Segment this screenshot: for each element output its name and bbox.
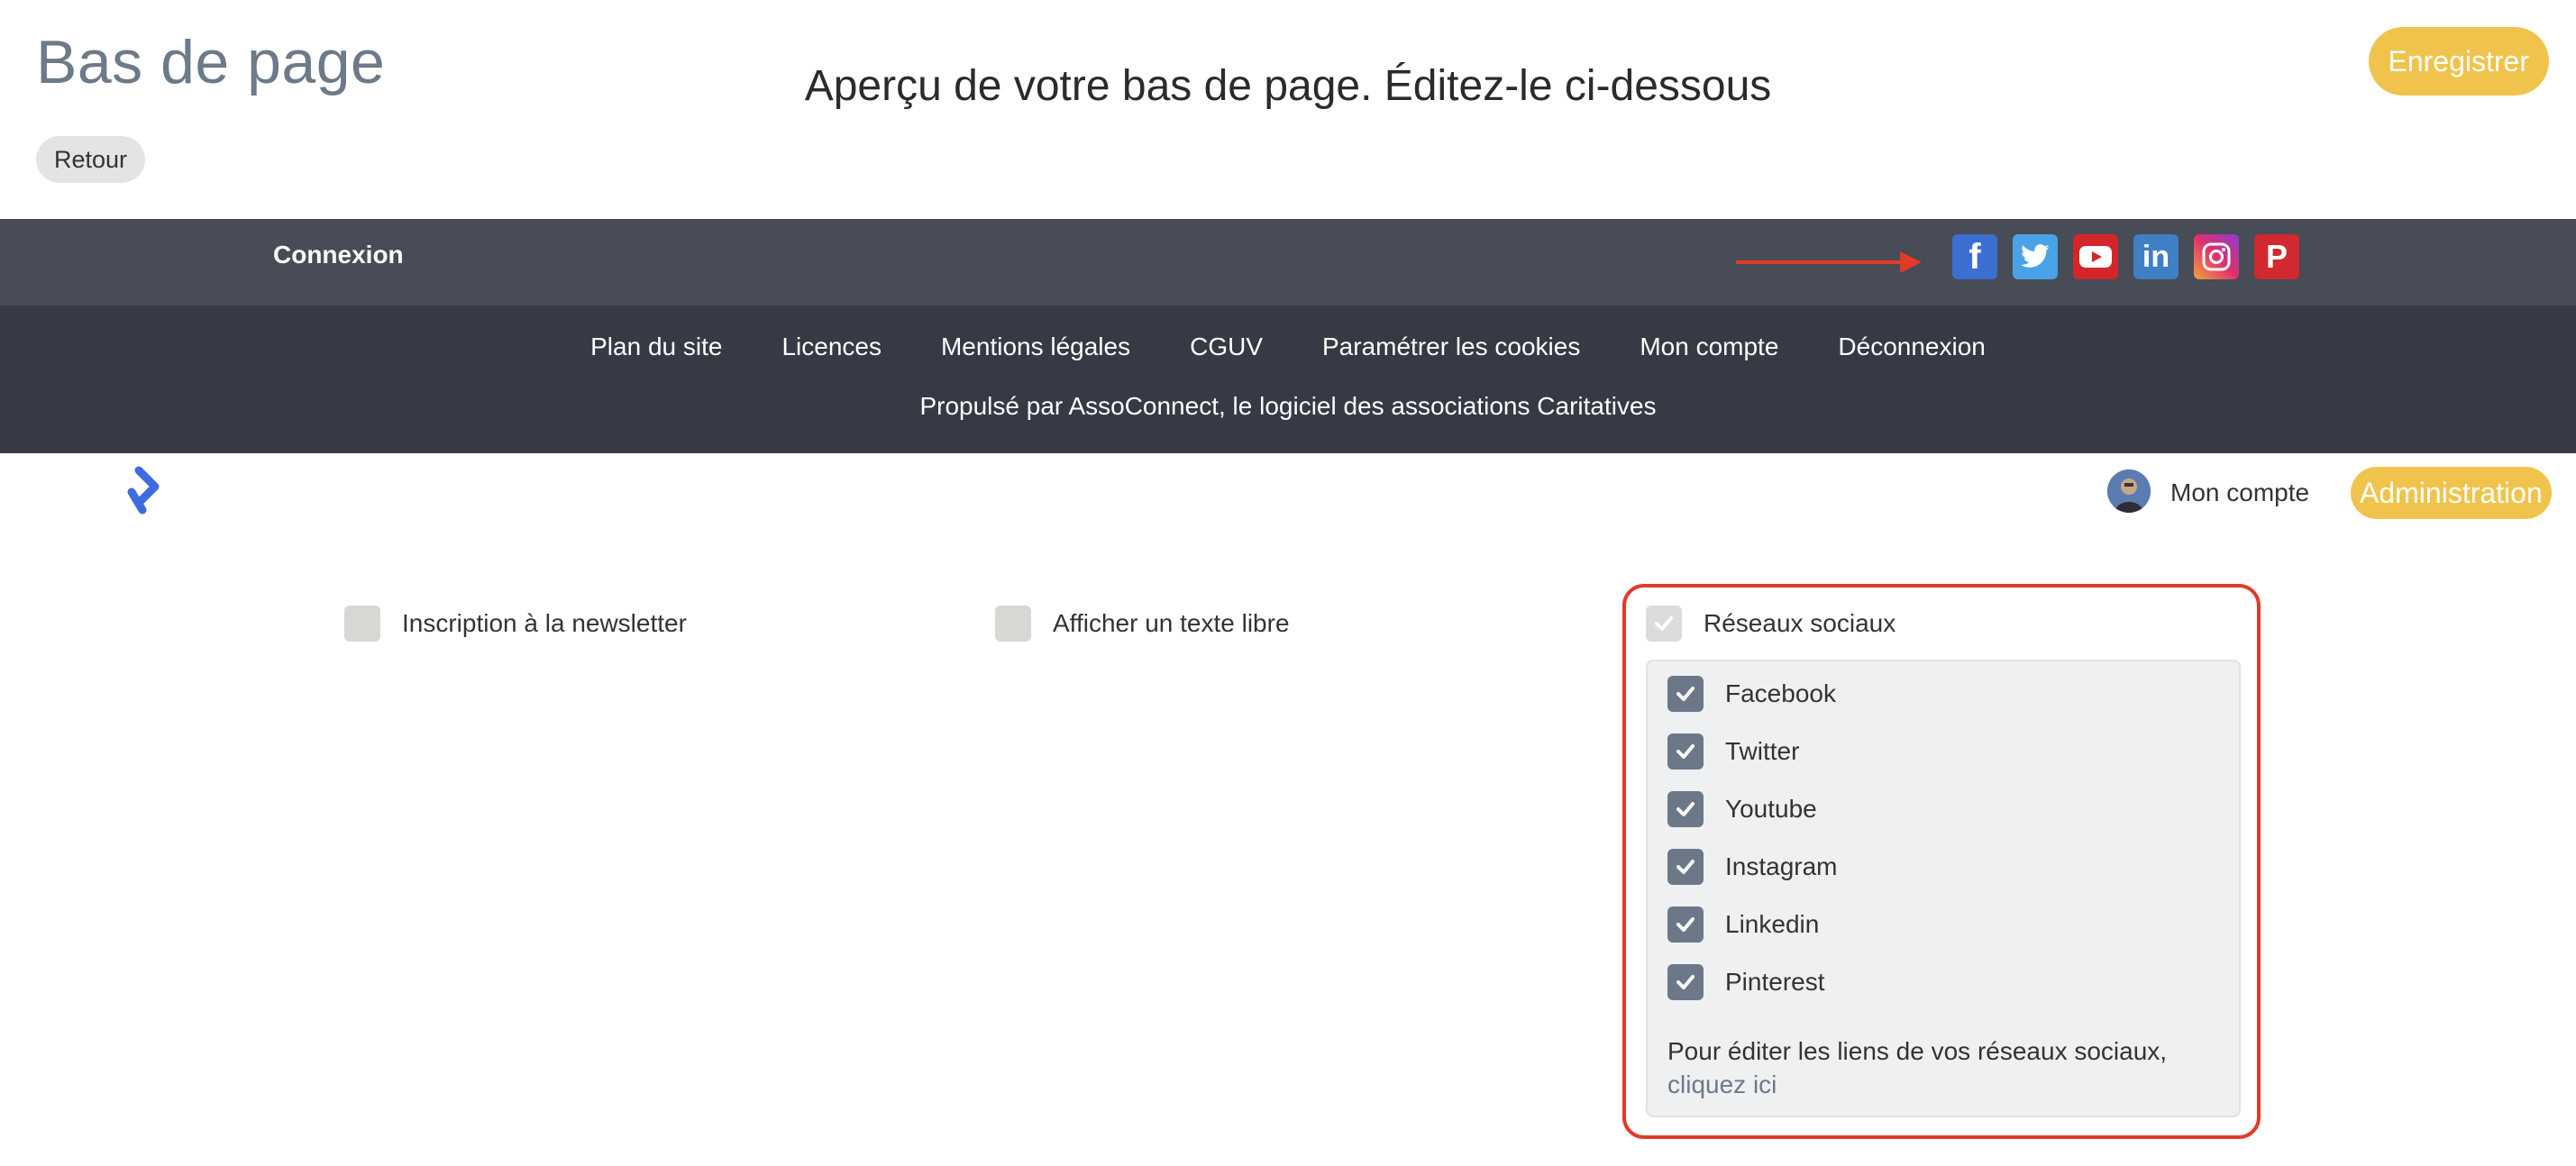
youtube-checkbox[interactable] bbox=[1667, 791, 1704, 827]
twitter-label: Twitter bbox=[1725, 737, 1800, 765]
edit-social-links-text: Pour éditer les liens de vos réseaux soc… bbox=[1667, 1034, 2167, 1101]
free-text-checkbox[interactable] bbox=[995, 606, 1031, 642]
footer-preview-bottom: Plan du site Licences Mentions légales C… bbox=[0, 305, 2576, 453]
footer-links: Plan du site Licences Mentions légales C… bbox=[0, 332, 2576, 361]
linkedin-icon[interactable]: in bbox=[2133, 234, 2179, 279]
my-account-link[interactable]: Mon compte bbox=[2170, 478, 2309, 507]
footer-link-logout[interactable]: Déconnexion bbox=[1838, 332, 1985, 361]
social-networks-panel: Réseaux sociaux Facebook Twitter Youtube… bbox=[1622, 584, 2261, 1139]
social-networks-checkbox[interactable] bbox=[1646, 606, 1682, 642]
avatar[interactable] bbox=[2107, 469, 2151, 513]
twitter-option[interactable]: Twitter bbox=[1667, 733, 1799, 770]
footer-link-sitemap[interactable]: Plan du site bbox=[590, 332, 722, 361]
youtube-icon[interactable] bbox=[2073, 234, 2118, 279]
check-icon bbox=[1676, 860, 1694, 874]
preview-heading: Aperçu de votre bas de page. Éditez-le c… bbox=[804, 62, 1772, 110]
back-button[interactable]: Retour bbox=[36, 136, 146, 183]
footer-link-licences[interactable]: Licences bbox=[781, 332, 882, 361]
linkedin-option[interactable]: Linkedin bbox=[1667, 906, 1819, 943]
social-networks-label: Réseaux sociaux bbox=[1704, 609, 1896, 637]
facebook-icon[interactable]: f bbox=[1952, 234, 1997, 279]
pinterest-checkbox[interactable] bbox=[1667, 964, 1704, 1000]
linkedin-checkbox[interactable] bbox=[1667, 906, 1704, 943]
check-icon bbox=[1676, 975, 1694, 989]
pinterest-icon[interactable]: P bbox=[2254, 234, 2299, 279]
social-icons: f in P bbox=[1952, 234, 2299, 279]
check-icon bbox=[1676, 802, 1694, 816]
facebook-option[interactable]: Facebook bbox=[1667, 676, 1836, 712]
twitter-checkbox[interactable] bbox=[1667, 733, 1704, 770]
check-icon bbox=[1676, 917, 1694, 932]
footer-link-cookies[interactable]: Paramétrer les cookies bbox=[1322, 332, 1580, 361]
instagram-icon[interactable] bbox=[2194, 234, 2239, 279]
check-icon bbox=[1676, 744, 1694, 759]
footer-link-account[interactable]: Mon compte bbox=[1640, 332, 1778, 361]
instagram-checkbox[interactable] bbox=[1667, 849, 1704, 885]
social-networks-list: Facebook Twitter Youtube Instagram Linke… bbox=[1646, 660, 2241, 1117]
twitter-icon[interactable] bbox=[2013, 234, 2058, 279]
edit-social-links-link[interactable]: cliquez ici bbox=[1667, 1070, 1777, 1098]
newsletter-option[interactable]: Inscription à la newsletter bbox=[344, 606, 687, 642]
edit-social-links-label: Pour éditer les liens de vos réseaux soc… bbox=[1667, 1037, 2168, 1065]
newsletter-label: Inscription à la newsletter bbox=[402, 609, 687, 637]
facebook-label: Facebook bbox=[1725, 679, 1836, 707]
save-button[interactable]: Enregistrer bbox=[2368, 27, 2549, 96]
youtube-label: Youtube bbox=[1725, 795, 1817, 823]
footer-link-legal[interactable]: Mentions légales bbox=[941, 332, 1130, 361]
administration-button[interactable]: Administration bbox=[2351, 467, 2552, 519]
assoconnect-logo-icon[interactable] bbox=[119, 465, 169, 519]
facebook-checkbox[interactable] bbox=[1667, 676, 1704, 712]
pinterest-label: Pinterest bbox=[1725, 968, 1825, 996]
check-icon bbox=[1676, 687, 1694, 701]
linkedin-label: Linkedin bbox=[1725, 910, 1820, 938]
powered-by-text: Propulsé par AssoConnect, le logiciel de… bbox=[919, 392, 1657, 420]
login-link[interactable]: Connexion bbox=[273, 241, 404, 269]
footer-preview-top: Connexion f in P bbox=[0, 219, 2576, 305]
social-networks-option[interactable]: Réseaux sociaux bbox=[1646, 606, 1895, 642]
check-icon bbox=[1655, 616, 1673, 631]
pinterest-option[interactable]: Pinterest bbox=[1667, 964, 1825, 1000]
newsletter-checkbox[interactable] bbox=[344, 606, 380, 642]
footer-link-cguv[interactable]: CGUV bbox=[1190, 332, 1263, 361]
instagram-option[interactable]: Instagram bbox=[1667, 849, 1838, 885]
red-arrow-icon bbox=[1736, 251, 1922, 273]
free-text-option[interactable]: Afficher un texte libre bbox=[995, 606, 1290, 642]
youtube-option[interactable]: Youtube bbox=[1667, 791, 1817, 827]
free-text-label: Afficher un texte libre bbox=[1053, 609, 1290, 637]
instagram-label: Instagram bbox=[1725, 852, 1838, 880]
